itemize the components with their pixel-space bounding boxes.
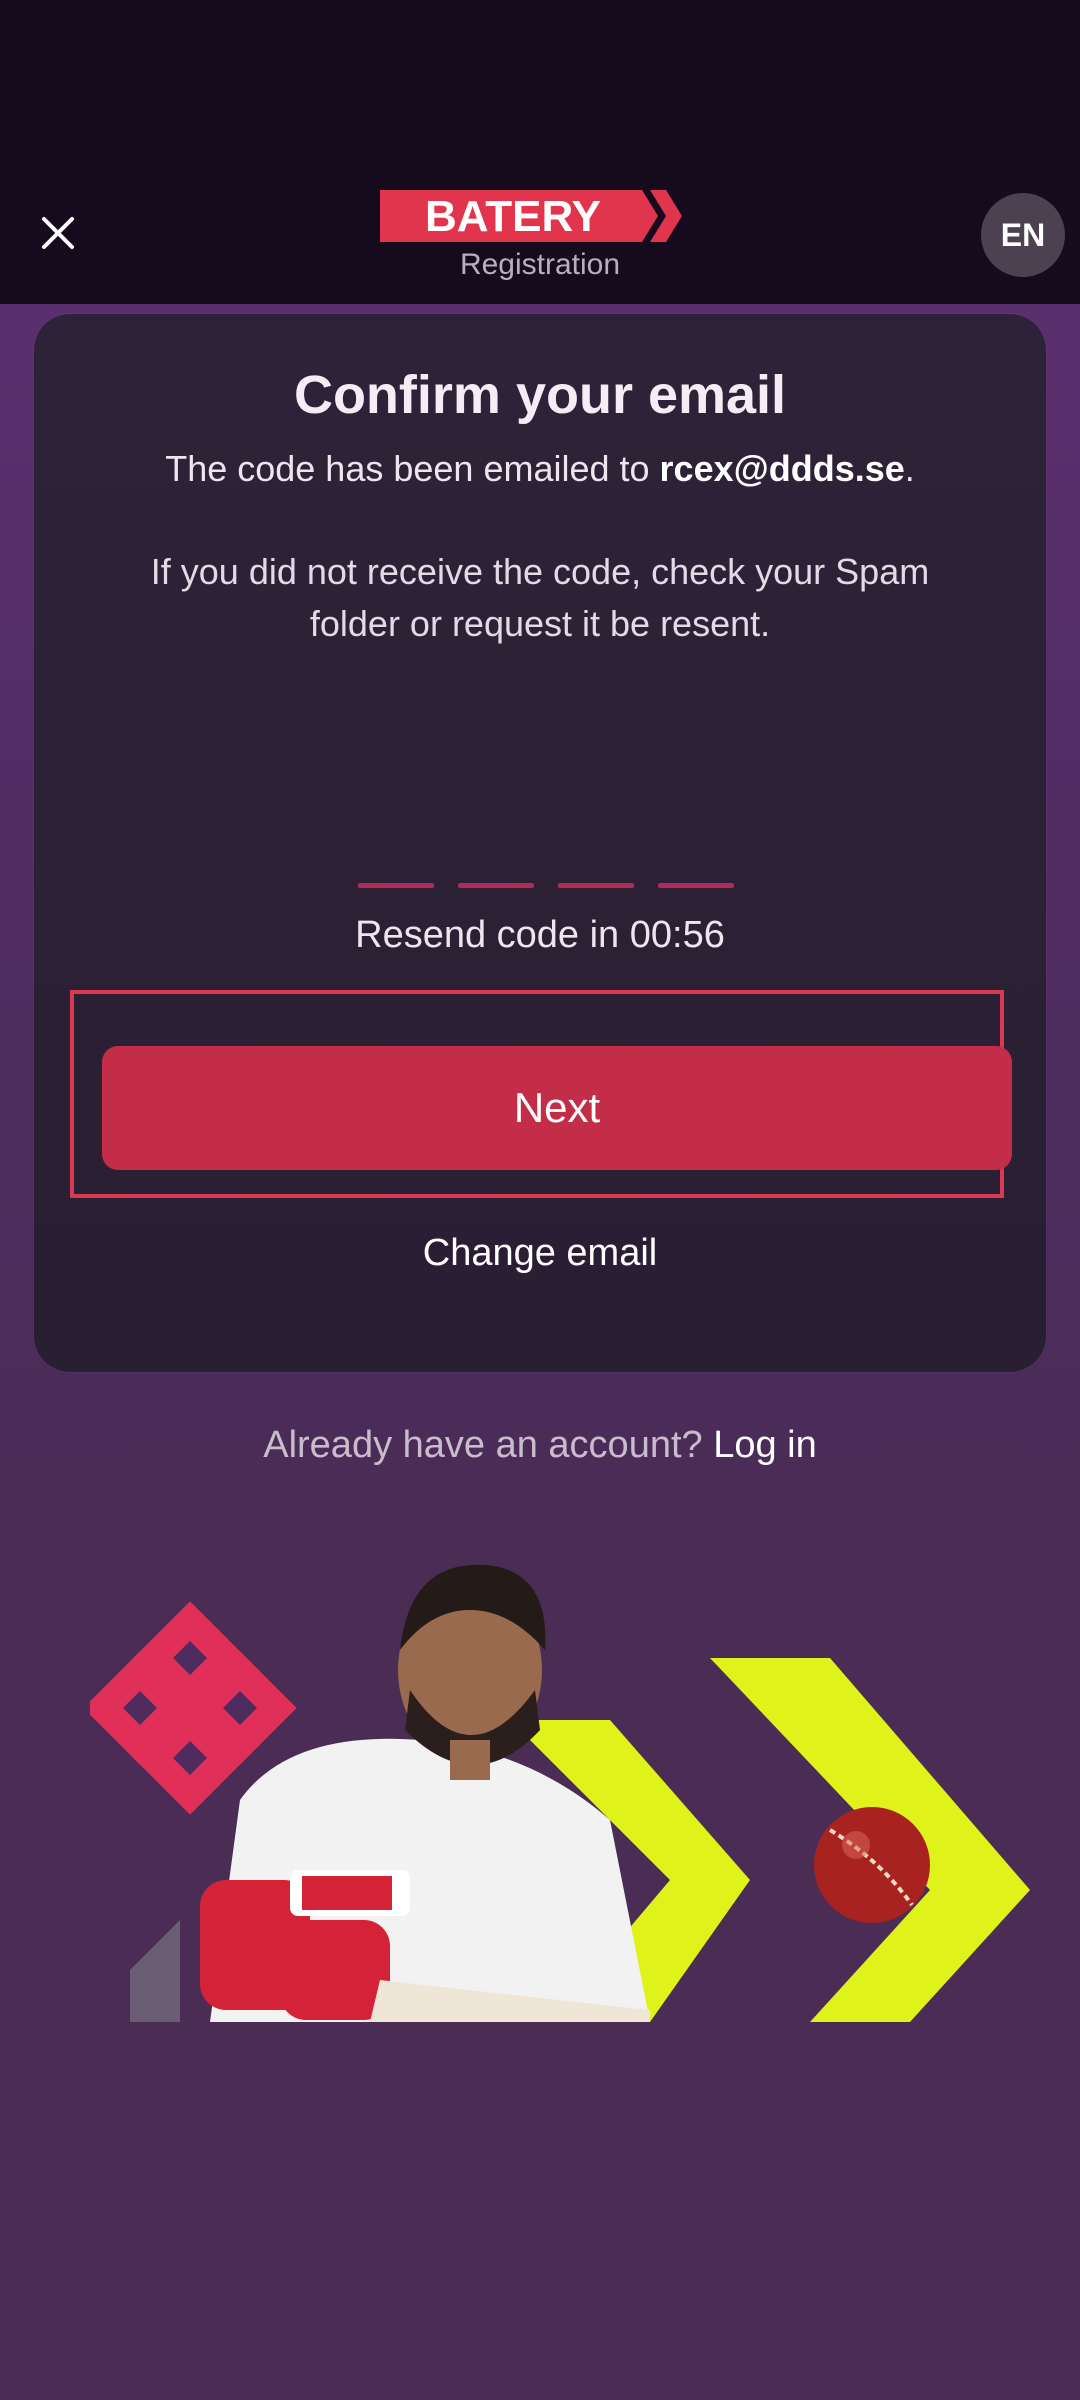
close-icon xyxy=(42,217,74,249)
cricket-ball xyxy=(814,1807,930,1923)
app-header: BATERY Registration EN xyxy=(0,180,1080,304)
batery-logo: BATERY xyxy=(380,190,682,242)
code-digit-1[interactable] xyxy=(358,848,434,888)
resend-countdown: Resend code in 00:56 xyxy=(355,914,725,956)
code-digit-2[interactable] xyxy=(458,848,534,888)
code-sent-suffix: . xyxy=(904,448,915,489)
code-digit-4[interactable] xyxy=(658,848,734,888)
registration-screen: BATERY Registration EN Confirm your emai… xyxy=(0,0,1080,2400)
code-sent-prefix: The code has been emailed to xyxy=(165,448,660,489)
status-bar-area xyxy=(0,0,1080,180)
card-title: Confirm your email xyxy=(293,365,787,425)
code-digit-3[interactable] xyxy=(558,848,634,888)
login-prompt: Already have an account? Log in xyxy=(0,1424,1080,1467)
already-account-text: Already have an account? xyxy=(263,1424,714,1466)
change-email-link[interactable]: Change email xyxy=(34,1232,1046,1275)
logo-text: BATERY xyxy=(425,192,601,241)
confirm-email-card: Confirm your email The code has been ema… xyxy=(34,314,1046,1372)
email-address: rcex@ddds.se xyxy=(659,448,905,489)
header-subtitle: Registration xyxy=(459,248,621,281)
grey-shape xyxy=(130,1920,180,2022)
language-button[interactable]: EN xyxy=(981,193,1065,277)
promo-illustration xyxy=(90,1564,1030,2022)
login-link[interactable]: Log in xyxy=(713,1424,817,1466)
code-sent-message: The code has been emailed to rcex@ddds.s… xyxy=(34,448,1046,490)
next-button[interactable]: Next xyxy=(102,1046,1012,1170)
spam-hint: If you did not receive the code, check y… xyxy=(150,551,930,644)
code-input-group xyxy=(358,848,734,888)
